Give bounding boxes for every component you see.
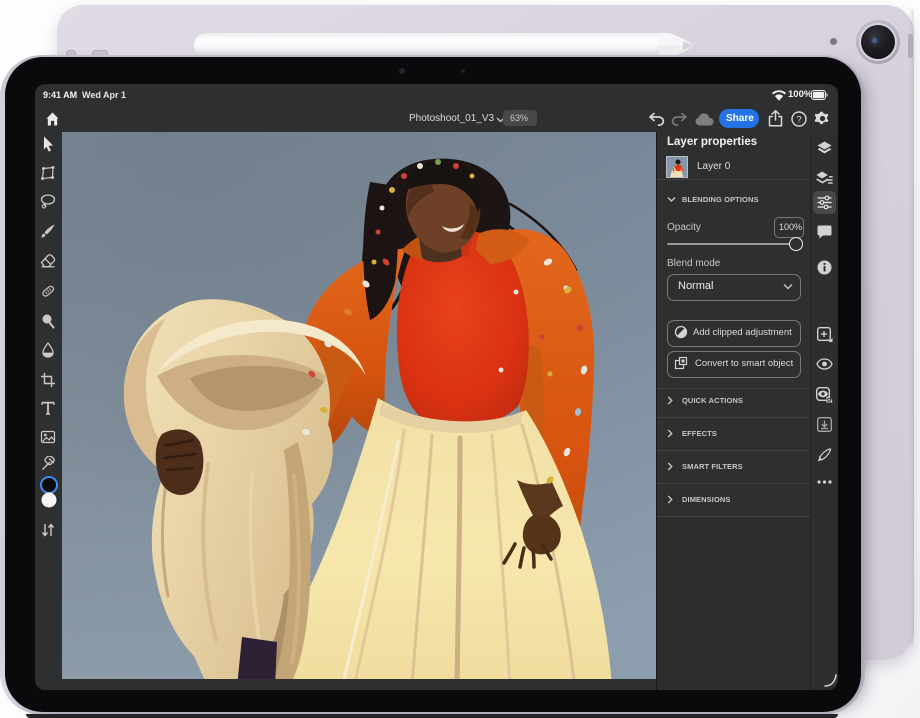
svg-text:?: ? xyxy=(796,114,801,125)
